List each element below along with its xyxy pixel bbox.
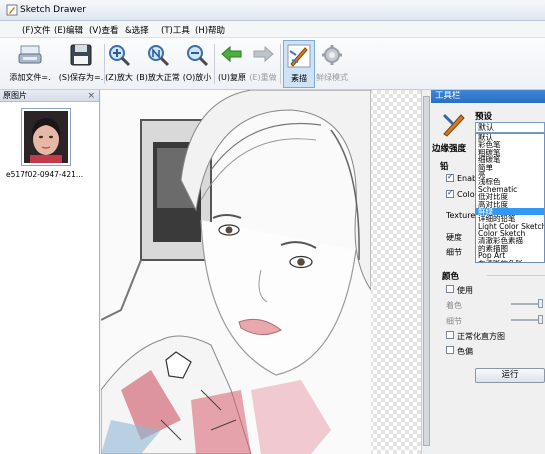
- preset-option[interactable]: 清澈彩色素描: [476, 237, 544, 244]
- preset-option[interactable]: 浅棕色: [476, 178, 544, 185]
- scrollbar-thumb[interactable]: [423, 96, 430, 446]
- color-bias-label: 色偏: [457, 347, 473, 356]
- pencil-brush-icon: [442, 113, 465, 137]
- color-section-label: 颜色: [442, 272, 460, 282]
- preset-label: 预设: [475, 112, 493, 122]
- preset-option[interactable]: 详细的铅笔: [476, 215, 544, 222]
- color-checkbox[interactable]: [446, 188, 454, 198]
- undo-button[interactable]: (U)复原: [217, 40, 247, 88]
- zoom-out-button[interactable]: (O)放小: [182, 40, 212, 88]
- undo-arrow-icon: [221, 45, 242, 63]
- preset-dropdown-list[interactable]: 默认 彩色笔 粗碳笔 细碳笔 简单亮浅棕色 Schematic 低对比度 高对比度 鲜绿 详细的铅…: [475, 133, 545, 263]
- gear-icon: [322, 45, 342, 65]
- preset-option[interactable]: 默认: [476, 134, 544, 141]
- save-disk-icon: [70, 44, 92, 66]
- title-bar: Sketch Drawer: [0, 0, 545, 21]
- zoom-out-icon: [187, 45, 209, 67]
- panel-title: 原图片: [3, 91, 27, 100]
- menu-file[interactable]: (F)文件: [22, 24, 51, 36]
- hue-slider-thumb[interactable]: [538, 299, 543, 308]
- detail-label: 细节: [446, 248, 462, 257]
- panel-header: 原图片 ×: [0, 90, 99, 102]
- zoom-normal-icon: [148, 45, 170, 67]
- color-bias-checkbox[interactable]: [446, 346, 454, 354]
- save-as-button[interactable]: (S)保存为=.: [56, 40, 106, 88]
- sketch-image: [101, 90, 371, 454]
- tools-panel-title: 工具栏: [431, 90, 545, 103]
- use-color-checkbox[interactable]: [446, 285, 454, 293]
- thumbnail-photo: [24, 111, 68, 163]
- original-image-panel: 原图片 × e517f02-0947-421...: [0, 90, 100, 454]
- scanner-icon: [18, 45, 42, 64]
- menu-view[interactable]: (V)查看: [89, 24, 118, 36]
- preset-option[interactable]: Color Sketch: [476, 230, 544, 237]
- texture-label: Texture: [446, 211, 476, 220]
- menu-tools[interactable]: (T)工具: [161, 24, 190, 36]
- tools-panel: 工具栏 预设 默认 默认 彩色笔 粗碳笔 细碳笔 简单亮浅棕色 Schematic 低对比度…: [431, 90, 545, 454]
- redo-arrow-icon: [253, 45, 274, 63]
- zoom-in-icon: [109, 45, 131, 67]
- toolbar: 添加文件=. (S)保存为=. (Z)放大 (B)放大正常 (O)放小 (U)复…: [0, 38, 545, 90]
- use-color-label: 使用: [457, 286, 473, 295]
- toolbar-separator: [214, 44, 215, 84]
- app-icon: [6, 4, 18, 16]
- sketch-button[interactable]: 素描: [283, 40, 315, 88]
- zoom-normal-button[interactable]: (B)放大正常: [135, 40, 181, 88]
- preset-option[interactable]: 简单: [476, 164, 544, 171]
- sketch-brush-icon: [287, 44, 311, 68]
- hue-label: 着色: [446, 301, 462, 310]
- preset-option[interactable]: 的素描图: [476, 245, 544, 252]
- menu-select[interactable]: &选择: [125, 24, 149, 36]
- preset-option[interactable]: Light Color Sketch: [476, 223, 544, 230]
- toolbar-separator: [280, 44, 281, 84]
- canvas-area[interactable]: [101, 90, 431, 454]
- preset-option[interactable]: 低对比度: [476, 193, 544, 200]
- group-divider: [487, 275, 545, 276]
- close-icon[interactable]: ×: [87, 90, 95, 102]
- menu-help[interactable]: (H)帮助: [195, 24, 225, 36]
- preset-option[interactable]: Schematic: [476, 186, 544, 193]
- edge-strength-label: 边缘强度: [432, 144, 467, 154]
- preset-option[interactable]: 彩色笔: [476, 141, 544, 148]
- thumbnail-caption: e517f02-0947-421...: [6, 170, 84, 179]
- vertical-scrollbar[interactable]: [421, 90, 431, 454]
- preset-option[interactable]: 鲜绿: [476, 207, 544, 216]
- preset-option[interactable]: 在清晰的色彩: [476, 260, 544, 262]
- preset-option[interactable]: 细碳笔: [476, 156, 544, 163]
- add-file-button[interactable]: 添加文件=.: [6, 40, 54, 88]
- color-detail-label: 细节: [446, 317, 462, 326]
- run-button[interactable]: 运行: [475, 368, 545, 383]
- normalize-histogram-checkbox[interactable]: [446, 331, 454, 339]
- image-thumbnail[interactable]: [21, 108, 71, 166]
- color-detail-slider-thumb[interactable]: [538, 315, 543, 324]
- preset-option[interactable]: 高对比度: [476, 201, 544, 208]
- preset-select[interactable]: 默认: [475, 122, 545, 133]
- normalize-histogram-label: 正常化直方图: [457, 332, 505, 341]
- enable-checkbox[interactable]: [446, 172, 454, 182]
- zoom-in-button[interactable]: (Z)放大: [105, 40, 133, 88]
- menu-bar: (F)文件 (E)编辑 (V)查看 &选择 (T)工具 (H)帮助: [0, 21, 545, 38]
- hardness-label: 硬度: [446, 233, 462, 242]
- menu-edit[interactable]: (E)编辑: [54, 24, 83, 36]
- preset-option[interactable]: 亮: [476, 171, 544, 178]
- redo-button[interactable]: (E)重做: [248, 40, 278, 88]
- pencil-label: 铅: [440, 162, 449, 172]
- style-mode-button[interactable]: 鲜绿模式: [316, 40, 348, 88]
- preset-option[interactable]: 粗碳笔: [476, 149, 544, 156]
- window-title: Sketch Drawer: [20, 5, 86, 15]
- preset-option[interactable]: Pop Art: [476, 252, 544, 259]
